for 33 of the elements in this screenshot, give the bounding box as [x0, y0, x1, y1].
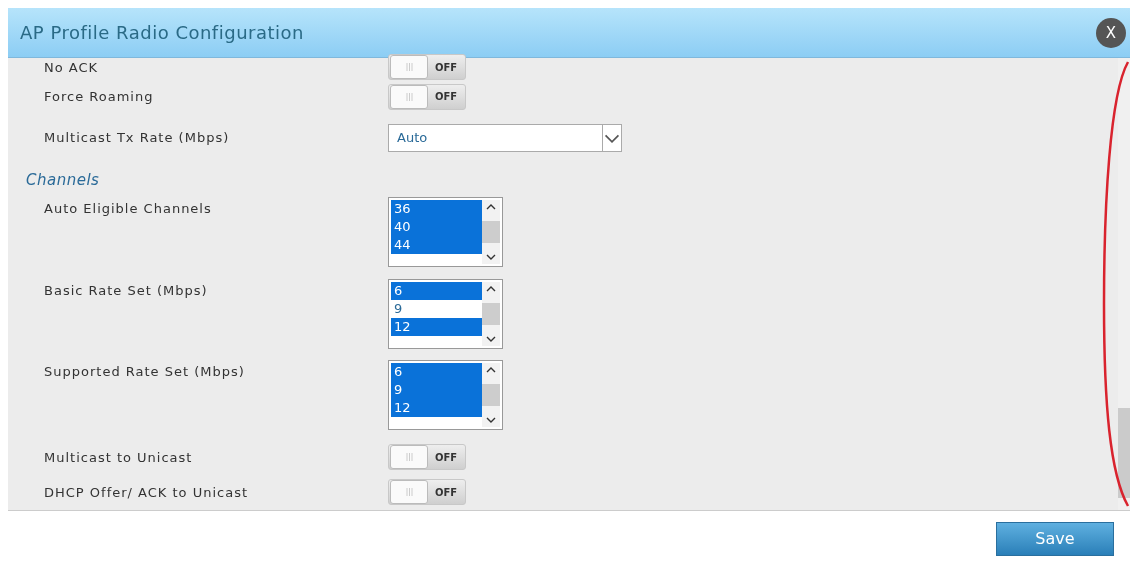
- field-label: Multicast Tx Rate (Mbps): [43, 130, 231, 146]
- field-label: Basic Rate Set (Mbps): [43, 281, 209, 298]
- dialog-title: AP Profile Radio Configuration: [20, 22, 304, 43]
- list-option[interactable]: 12: [391, 317, 482, 336]
- scrollbar[interactable]: [1118, 58, 1130, 510]
- list-option[interactable]: 9: [391, 299, 482, 318]
- toggle-switch[interactable]: OFF: [388, 83, 466, 110]
- grip-icon: [405, 63, 413, 71]
- field-label: Multicast to Unicast: [43, 449, 194, 465]
- list-option[interactable]: 9: [391, 381, 482, 400]
- section-heading: Channels: [26, 170, 101, 189]
- field-label: Force Roaming: [43, 89, 155, 105]
- caret-icon: [602, 124, 621, 151]
- scrollbar[interactable]: [482, 281, 500, 346]
- grip-icon: [405, 488, 413, 497]
- dropdown[interactable]: Auto: [388, 123, 622, 152]
- grip-icon: [405, 453, 413, 462]
- save-button[interactable]: Save: [996, 521, 1114, 556]
- grip-icon: [405, 92, 413, 101]
- field-label: Auto Eligible Channels: [43, 199, 213, 216]
- toggle-switch[interactable]: OFF: [388, 444, 466, 471]
- close-button[interactable]: X: [1096, 17, 1126, 48]
- scrollbar[interactable]: [482, 363, 500, 428]
- list-option[interactable]: 6: [391, 281, 482, 300]
- field-label: No ACK: [43, 59, 100, 75]
- list-option[interactable]: 36: [391, 199, 482, 218]
- list-option[interactable]: 6: [391, 363, 482, 382]
- field-label: Supported Rate Set (Mbps): [43, 363, 246, 380]
- list-option[interactable]: 12: [391, 399, 482, 418]
- toggle-switch[interactable]: OFF: [388, 479, 466, 506]
- scrollbar[interactable]: [482, 199, 500, 264]
- field-label: DHCP Offer/ ACK to Unicast: [43, 485, 249, 500]
- toggle-switch[interactable]: OFF: [388, 54, 466, 80]
